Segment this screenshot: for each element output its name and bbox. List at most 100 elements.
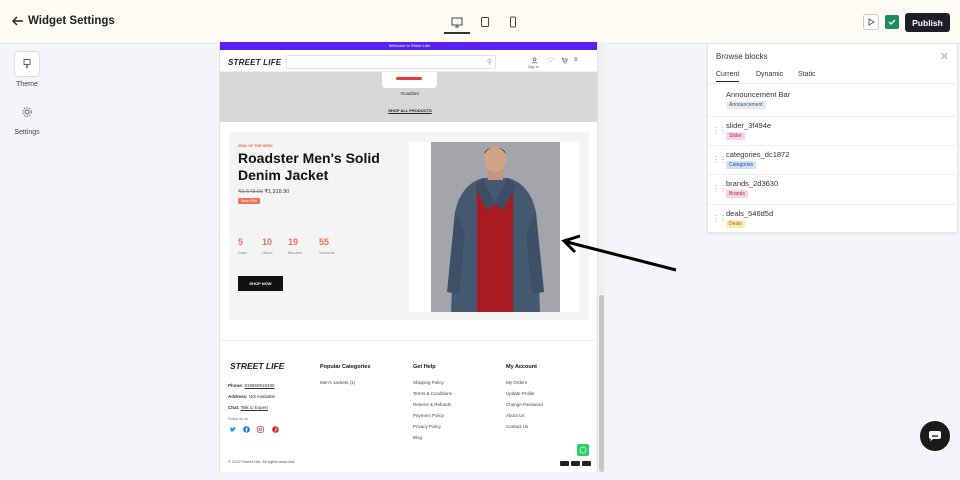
- block-slider[interactable]: ⋮⋮ slider_3f494e Slider: [708, 116, 959, 145]
- twitter-icon[interactable]: [228, 425, 236, 433]
- page-title: Widget Settings: [28, 15, 115, 27]
- tab-current[interactable]: Current: [716, 71, 740, 82]
- old-price: ₹1,648.90: [238, 189, 263, 195]
- payment-visa-icon: [571, 461, 580, 466]
- product-image[interactable]: [431, 142, 560, 312]
- block-categories[interactable]: ⋮⋮ categories_dc1872 Categories: [708, 145, 959, 174]
- announcement-bar[interactable]: Welcome to Street Life!: [220, 42, 597, 50]
- block-name: Announcement Bar: [726, 90, 791, 99]
- tab-dynamic[interactable]: Dynamic: [756, 71, 783, 78]
- block-name: deals_546d5d: [726, 209, 774, 218]
- footer-link[interactable]: Contact Us: [506, 424, 528, 429]
- category-card[interactable]: [382, 72, 437, 88]
- block-announcement-bar[interactable]: Announcement Bar Announcement: [708, 86, 959, 115]
- chat-link[interactable]: Talk to Expert: [241, 405, 268, 410]
- block-deals[interactable]: ⋮⋮ deals_546d5d Deals: [708, 204, 959, 233]
- countdown-seconds: 55 Seconds: [319, 237, 335, 255]
- preview-button[interactable]: [863, 14, 879, 30]
- tablet-view-button[interactable]: [476, 13, 494, 31]
- footer-link[interactable]: Privacy Policy: [413, 424, 441, 429]
- block-brands[interactable]: ⋮⋮ brands_2d3630 Brands: [708, 174, 959, 203]
- annotation-arrow-icon: [561, 234, 677, 272]
- footer-link[interactable]: Men's Jackets (1): [320, 380, 355, 385]
- footer-logo[interactable]: STREET LIFE: [230, 361, 284, 371]
- deal-price: ₹1,648.90 ₹1,318.90: [238, 189, 289, 195]
- footer-link[interactable]: Payment Policy: [413, 413, 444, 418]
- footer-address: Address: Not Available: [228, 394, 275, 399]
- close-icon[interactable]: ✕: [940, 50, 949, 63]
- footer-link[interactable]: Shipping Policy: [413, 380, 444, 385]
- settings-rail-item[interactable]: Settings: [6, 99, 48, 136]
- footer-link[interactable]: My Orders: [506, 380, 527, 385]
- copyright-text: © 2022 Street Life. All rights reserved: [228, 459, 295, 464]
- store-preview-canvas[interactable]: Welcome to Street Life! STREET LIFE ⚲ Si…: [219, 42, 598, 472]
- signin-label: Sign In: [528, 65, 539, 69]
- footer-chat: Chat: Talk to Expert: [228, 405, 268, 410]
- block-name: categories_dc1872: [726, 150, 790, 159]
- desktop-view-button[interactable]: [444, 13, 470, 34]
- get-help-title: Get Help: [413, 364, 436, 370]
- phone-link[interactable]: 919869918490: [245, 383, 275, 388]
- footer-link[interactable]: About Us: [506, 413, 525, 418]
- cart-icon[interactable]: [561, 57, 568, 66]
- heart-icon[interactable]: ♡: [548, 57, 553, 64]
- drag-handle-icon[interactable]: ⋮⋮: [712, 155, 727, 164]
- categories-section: Roadster SHOP ALL PRODUCTS: [220, 72, 597, 122]
- browse-blocks-panel: Browse blocks ✕ Current Dynamic Static A…: [707, 43, 959, 233]
- deal-tag: DEAL OF THE WEEK: [238, 144, 273, 148]
- whatsapp-icon[interactable]: [577, 444, 589, 456]
- footer-link[interactable]: Update Profile: [506, 391, 535, 396]
- mobile-view-button[interactable]: [504, 13, 522, 31]
- store-search-input[interactable]: ⚲: [286, 55, 496, 69]
- chat-icon: [929, 431, 941, 442]
- save-check-button[interactable]: [885, 15, 899, 29]
- follow-label: Follow us on: [228, 417, 248, 421]
- store-logo[interactable]: STREET LIFE: [228, 58, 281, 67]
- block-name: slider_3f494e: [726, 121, 772, 130]
- block-badge: Categories: [726, 161, 757, 169]
- drag-handle-icon[interactable]: ⋮⋮: [712, 184, 727, 193]
- settings-label: Settings: [14, 129, 40, 136]
- product-image-frame: [409, 142, 579, 312]
- tab-static[interactable]: Static: [798, 71, 816, 78]
- block-badge: Announcement: [726, 101, 766, 109]
- payment-mastercard-icon: [582, 461, 591, 466]
- theme-label: Theme: [16, 81, 38, 88]
- check-icon: [888, 19, 896, 25]
- footer-phone: Phone: 919869918490: [228, 383, 275, 388]
- store-footer: STREET LIFE Phone: 919869918490 Address:…: [220, 340, 597, 472]
- pinterest-icon[interactable]: [271, 425, 279, 433]
- drag-handle-icon[interactable]: ⋮⋮: [712, 214, 727, 223]
- shop-now-button[interactable]: SHOP NOW: [238, 276, 283, 291]
- tablet-icon: [481, 17, 489, 27]
- play-icon: [868, 18, 875, 26]
- block-name: brands_2d3630: [726, 179, 779, 188]
- shop-all-link[interactable]: SHOP ALL PRODUCTS: [380, 108, 440, 113]
- facebook-icon[interactable]: [242, 425, 250, 433]
- gear-icon: [14, 99, 40, 125]
- instagram-icon[interactable]: [256, 425, 264, 433]
- footer-link[interactable]: Terms & Conditions: [413, 391, 452, 396]
- current-price: ₹1,318.90: [264, 189, 290, 195]
- desktop-icon: [451, 17, 463, 28]
- menu-icon[interactable]: ≡: [574, 57, 578, 63]
- search-icon: ⚲: [486, 59, 492, 66]
- publish-button[interactable]: Publish: [905, 13, 950, 32]
- my-account-title: My Account: [506, 364, 537, 370]
- deal-product-title[interactable]: Roadster Men's Solid Denim Jacket: [238, 150, 398, 184]
- block-badge: Deals: [726, 220, 745, 228]
- drag-handle-icon[interactable]: ⋮⋮: [712, 126, 727, 135]
- popular-categories-title: Popular Categories: [320, 364, 371, 370]
- panel-title: Browse blocks: [716, 52, 768, 61]
- block-badge: Slider: [726, 132, 745, 140]
- mobile-icon: [510, 16, 516, 28]
- footer-link[interactable]: Blog: [413, 435, 422, 440]
- footer-link[interactable]: Returns & Refunds: [413, 402, 451, 407]
- category-name[interactable]: Roadster: [380, 91, 440, 96]
- theme-rail-item[interactable]: Theme: [6, 51, 48, 88]
- top-bar: Widget Settings Publish: [0, 0, 960, 44]
- chat-support-button[interactable]: [920, 421, 950, 451]
- payment-card-icon: [560, 461, 569, 466]
- save-badge: Save 20%: [238, 198, 260, 204]
- footer-link[interactable]: Change Password: [506, 402, 543, 407]
